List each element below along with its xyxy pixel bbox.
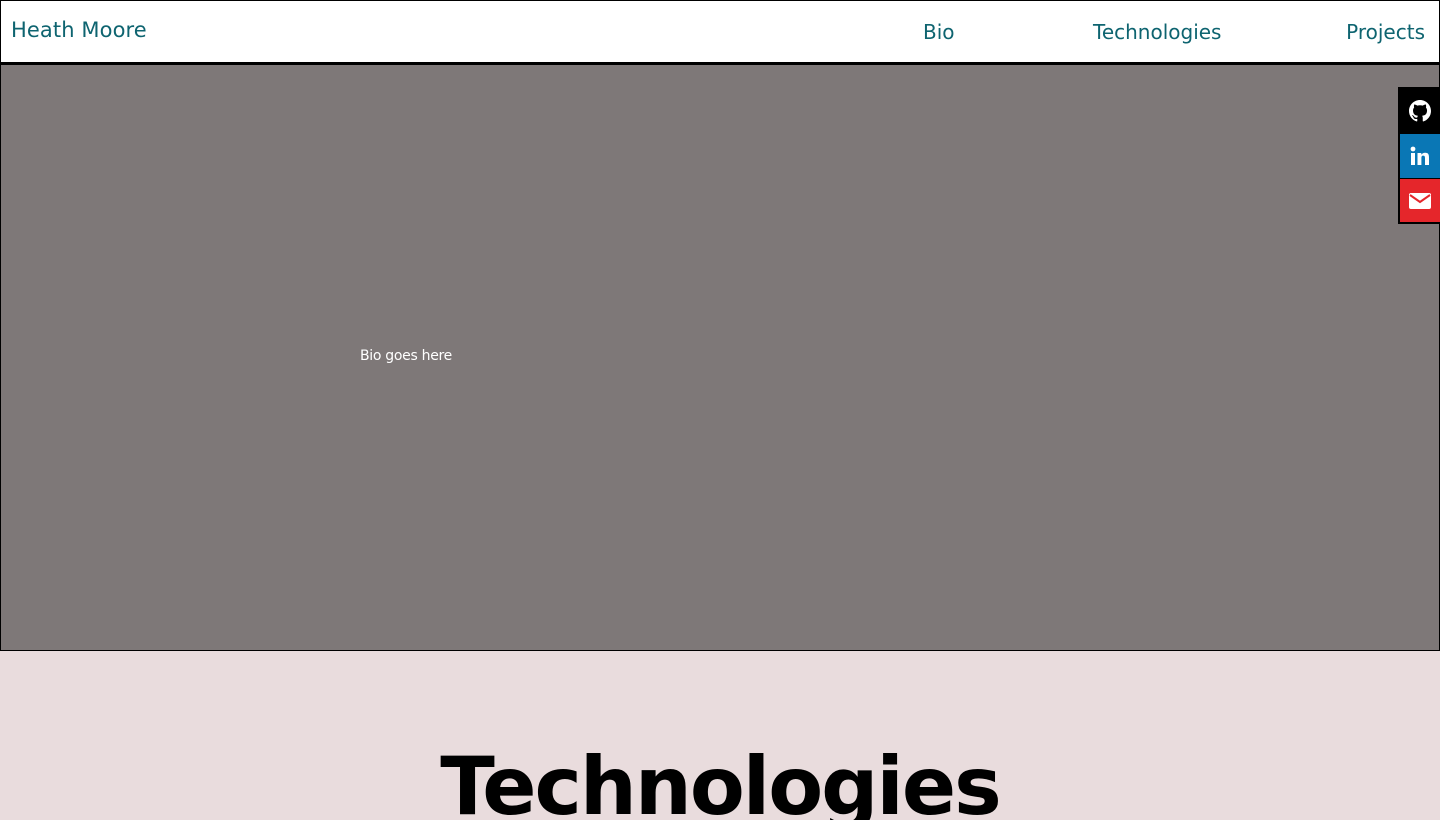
email-icon	[1409, 192, 1431, 209]
brand-link[interactable]: Heath Moore	[11, 18, 147, 42]
technologies-section: Technologies	[0, 651, 1440, 820]
bio-text: Bio goes here	[360, 348, 452, 364]
social-sidebar	[1398, 87, 1440, 224]
site-header: Heath Moore Bio Technologies Projects	[0, 0, 1440, 64]
nav-link-projects[interactable]: Projects	[1346, 20, 1425, 44]
bio-section: Bio goes here	[0, 64, 1440, 651]
github-button[interactable]	[1400, 89, 1440, 133]
nav-link-technologies[interactable]: Technologies	[1093, 20, 1221, 44]
linkedin-button[interactable]	[1400, 134, 1440, 178]
email-button[interactable]	[1400, 179, 1440, 222]
linkedin-icon	[1410, 146, 1429, 165]
github-icon	[1409, 100, 1431, 122]
nav-link-bio[interactable]: Bio	[923, 20, 955, 44]
technologies-heading: Technologies	[440, 740, 1001, 820]
